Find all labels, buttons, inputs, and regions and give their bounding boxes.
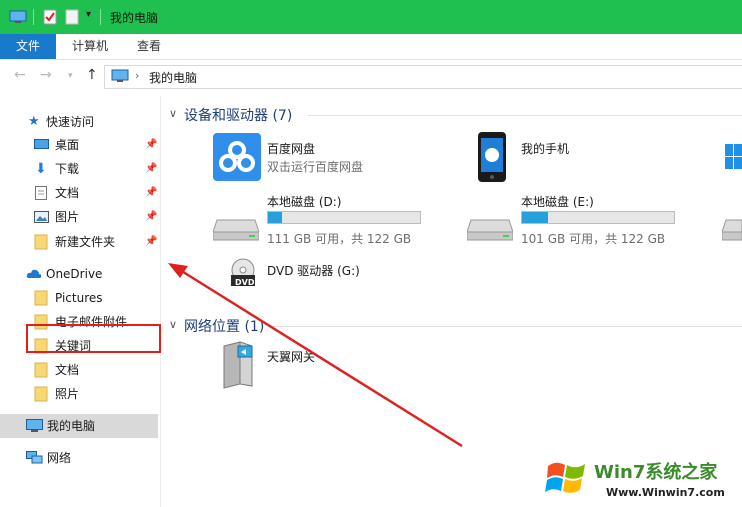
pin-icon[interactable]: 📌 — [145, 182, 157, 204]
hard-drive-icon[interactable] — [467, 210, 513, 242]
computer-icon — [26, 419, 43, 432]
folder-icon — [34, 386, 48, 402]
breadcrumb-this-pc[interactable]: 我的电脑 — [149, 69, 197, 86]
nav-item-pictures[interactable]: 图片 📌 — [34, 206, 159, 228]
nav-label: 文档 — [55, 186, 80, 200]
group-header-devices[interactable]: 设备和驱动器 (7) — [184, 105, 292, 125]
dvd-badge: DVD — [235, 278, 255, 287]
pin-icon[interactable]: 📌 — [145, 206, 157, 228]
item-drive-e-info: 101 GB 可用，共 122 GB — [521, 232, 666, 246]
item-drive-d-name[interactable]: 本地磁盘 (D:) — [267, 193, 341, 210]
navigation-pane: ★ 快速访问 桌面 📌 ⬇ 下载 📌 文档 📌 图片 📌 新建文件夹 📌 One… — [0, 96, 161, 507]
customize-quick-access-chevron-down-icon[interactable]: ▾ — [86, 9, 91, 25]
nav-label: 桌面 — [55, 138, 80, 152]
item-baidu-sub: 双击运行百度网盘 — [267, 160, 364, 174]
pin-icon[interactable]: 📌 — [145, 134, 157, 156]
recent-locations-chevron-down-icon[interactable]: ▾ — [68, 71, 73, 81]
windows-flag-logo — [545, 462, 585, 493]
nav-label: 新建文件夹 — [55, 235, 116, 249]
download-arrow-icon: ⬇ — [35, 161, 47, 177]
item-phone-name[interactable]: 我的手机 — [521, 140, 569, 157]
group-collapse-chevron-down-icon[interactable]: ∨ — [169, 107, 177, 120]
drive-d-usage-fill — [268, 212, 282, 223]
folder-icon — [34, 234, 48, 250]
network-gateway-icon[interactable] — [220, 340, 256, 392]
group-collapse-chevron-down-icon[interactable]: ∨ — [169, 318, 177, 331]
document-icon — [35, 186, 47, 200]
nav-label: 网络 — [47, 451, 72, 465]
item-baidu-name[interactable]: 百度网盘 — [267, 140, 315, 157]
breadcrumb-chevron-right-icon[interactable]: › — [135, 69, 139, 82]
hard-drive-icon[interactable] — [722, 214, 742, 242]
item-drive-e-name[interactable]: 本地磁盘 (E:) — [521, 193, 594, 210]
item-gateway-name[interactable]: 天翼网关 — [267, 348, 315, 365]
nav-label: 快速访问 — [46, 115, 95, 129]
drive-d-usage-bar — [267, 211, 421, 224]
nav-label: 下载 — [55, 162, 80, 176]
nav-item-new-folder[interactable]: 新建文件夹 📌 — [34, 231, 159, 253]
folder-icon — [34, 290, 48, 306]
drive-e-usage-fill — [522, 212, 548, 223]
pin-icon[interactable]: 📌 — [145, 158, 157, 180]
nav-label: Pictures — [55, 291, 103, 305]
pin-icon[interactable]: 📌 — [145, 231, 157, 253]
watermark-url: Www.Winwin7.com — [606, 486, 725, 499]
nav-item-downloads[interactable]: ⬇ 下载 📌 — [34, 158, 159, 180]
watermark: Win7系统之家 Www.Winwin7.com — [540, 452, 742, 507]
address-bar[interactable]: › 我的电脑 — [104, 65, 742, 89]
folder-icon — [34, 362, 48, 378]
nav-label: 文档 — [55, 363, 80, 377]
hard-drive-icon[interactable] — [213, 210, 259, 242]
ribbon-tabs: 文件 计算机 查看 — [0, 34, 742, 60]
watermark-brand: Win7系统之家 — [594, 462, 718, 483]
star-icon: ★ — [28, 114, 40, 129]
picture-icon — [34, 211, 49, 223]
nav-item-desktop[interactable]: 桌面 📌 — [34, 134, 159, 156]
new-folder-icon[interactable] — [65, 9, 79, 25]
nav-label: 我的电脑 — [47, 419, 96, 433]
tab-computer[interactable]: 计算机 — [61, 34, 119, 59]
title-separator — [100, 9, 101, 25]
title-bar: ▾ 我的电脑 — [0, 0, 742, 34]
up-arrow-icon[interactable]: ↑ — [86, 67, 98, 83]
forward-arrow-icon[interactable]: → — [40, 67, 52, 83]
properties-icon[interactable] — [43, 9, 57, 25]
address-row: ← → ▾ ↑ › 我的电脑 — [0, 60, 742, 92]
nav-item-documents[interactable]: 文档 📌 — [34, 182, 159, 204]
group-divider — [308, 115, 742, 116]
desktop-icon — [34, 139, 49, 149]
nav-label: 照片 — [55, 387, 80, 401]
annotation-highlight-box — [26, 324, 161, 353]
tab-file[interactable]: 文件 — [0, 34, 56, 59]
windows-logo-icon[interactable] — [723, 144, 742, 170]
item-dvd-name[interactable]: DVD 驱动器 (G:) — [267, 262, 360, 279]
computer-icon — [111, 69, 129, 82]
window-title: 我的电脑 — [110, 11, 159, 25]
back-arrow-icon[interactable]: ← — [14, 67, 26, 83]
group-header-network-locations[interactable]: 网络位置 (1) — [184, 316, 264, 336]
nav-label: OneDrive — [46, 267, 103, 281]
drive-e-usage-bar — [521, 211, 675, 224]
nav-label: 图片 — [55, 210, 80, 224]
phone-icon[interactable] — [477, 131, 507, 183]
item-drive-d-info: 111 GB 可用，共 122 GB — [267, 232, 412, 246]
network-icon — [26, 451, 43, 464]
group-divider — [272, 326, 742, 327]
title-separator — [33, 9, 34, 25]
cloud-icon — [26, 269, 42, 278]
computer-icon[interactable] — [9, 9, 27, 25]
tab-view[interactable]: 查看 — [127, 34, 171, 59]
baidu-netdisk-icon[interactable] — [213, 133, 261, 181]
